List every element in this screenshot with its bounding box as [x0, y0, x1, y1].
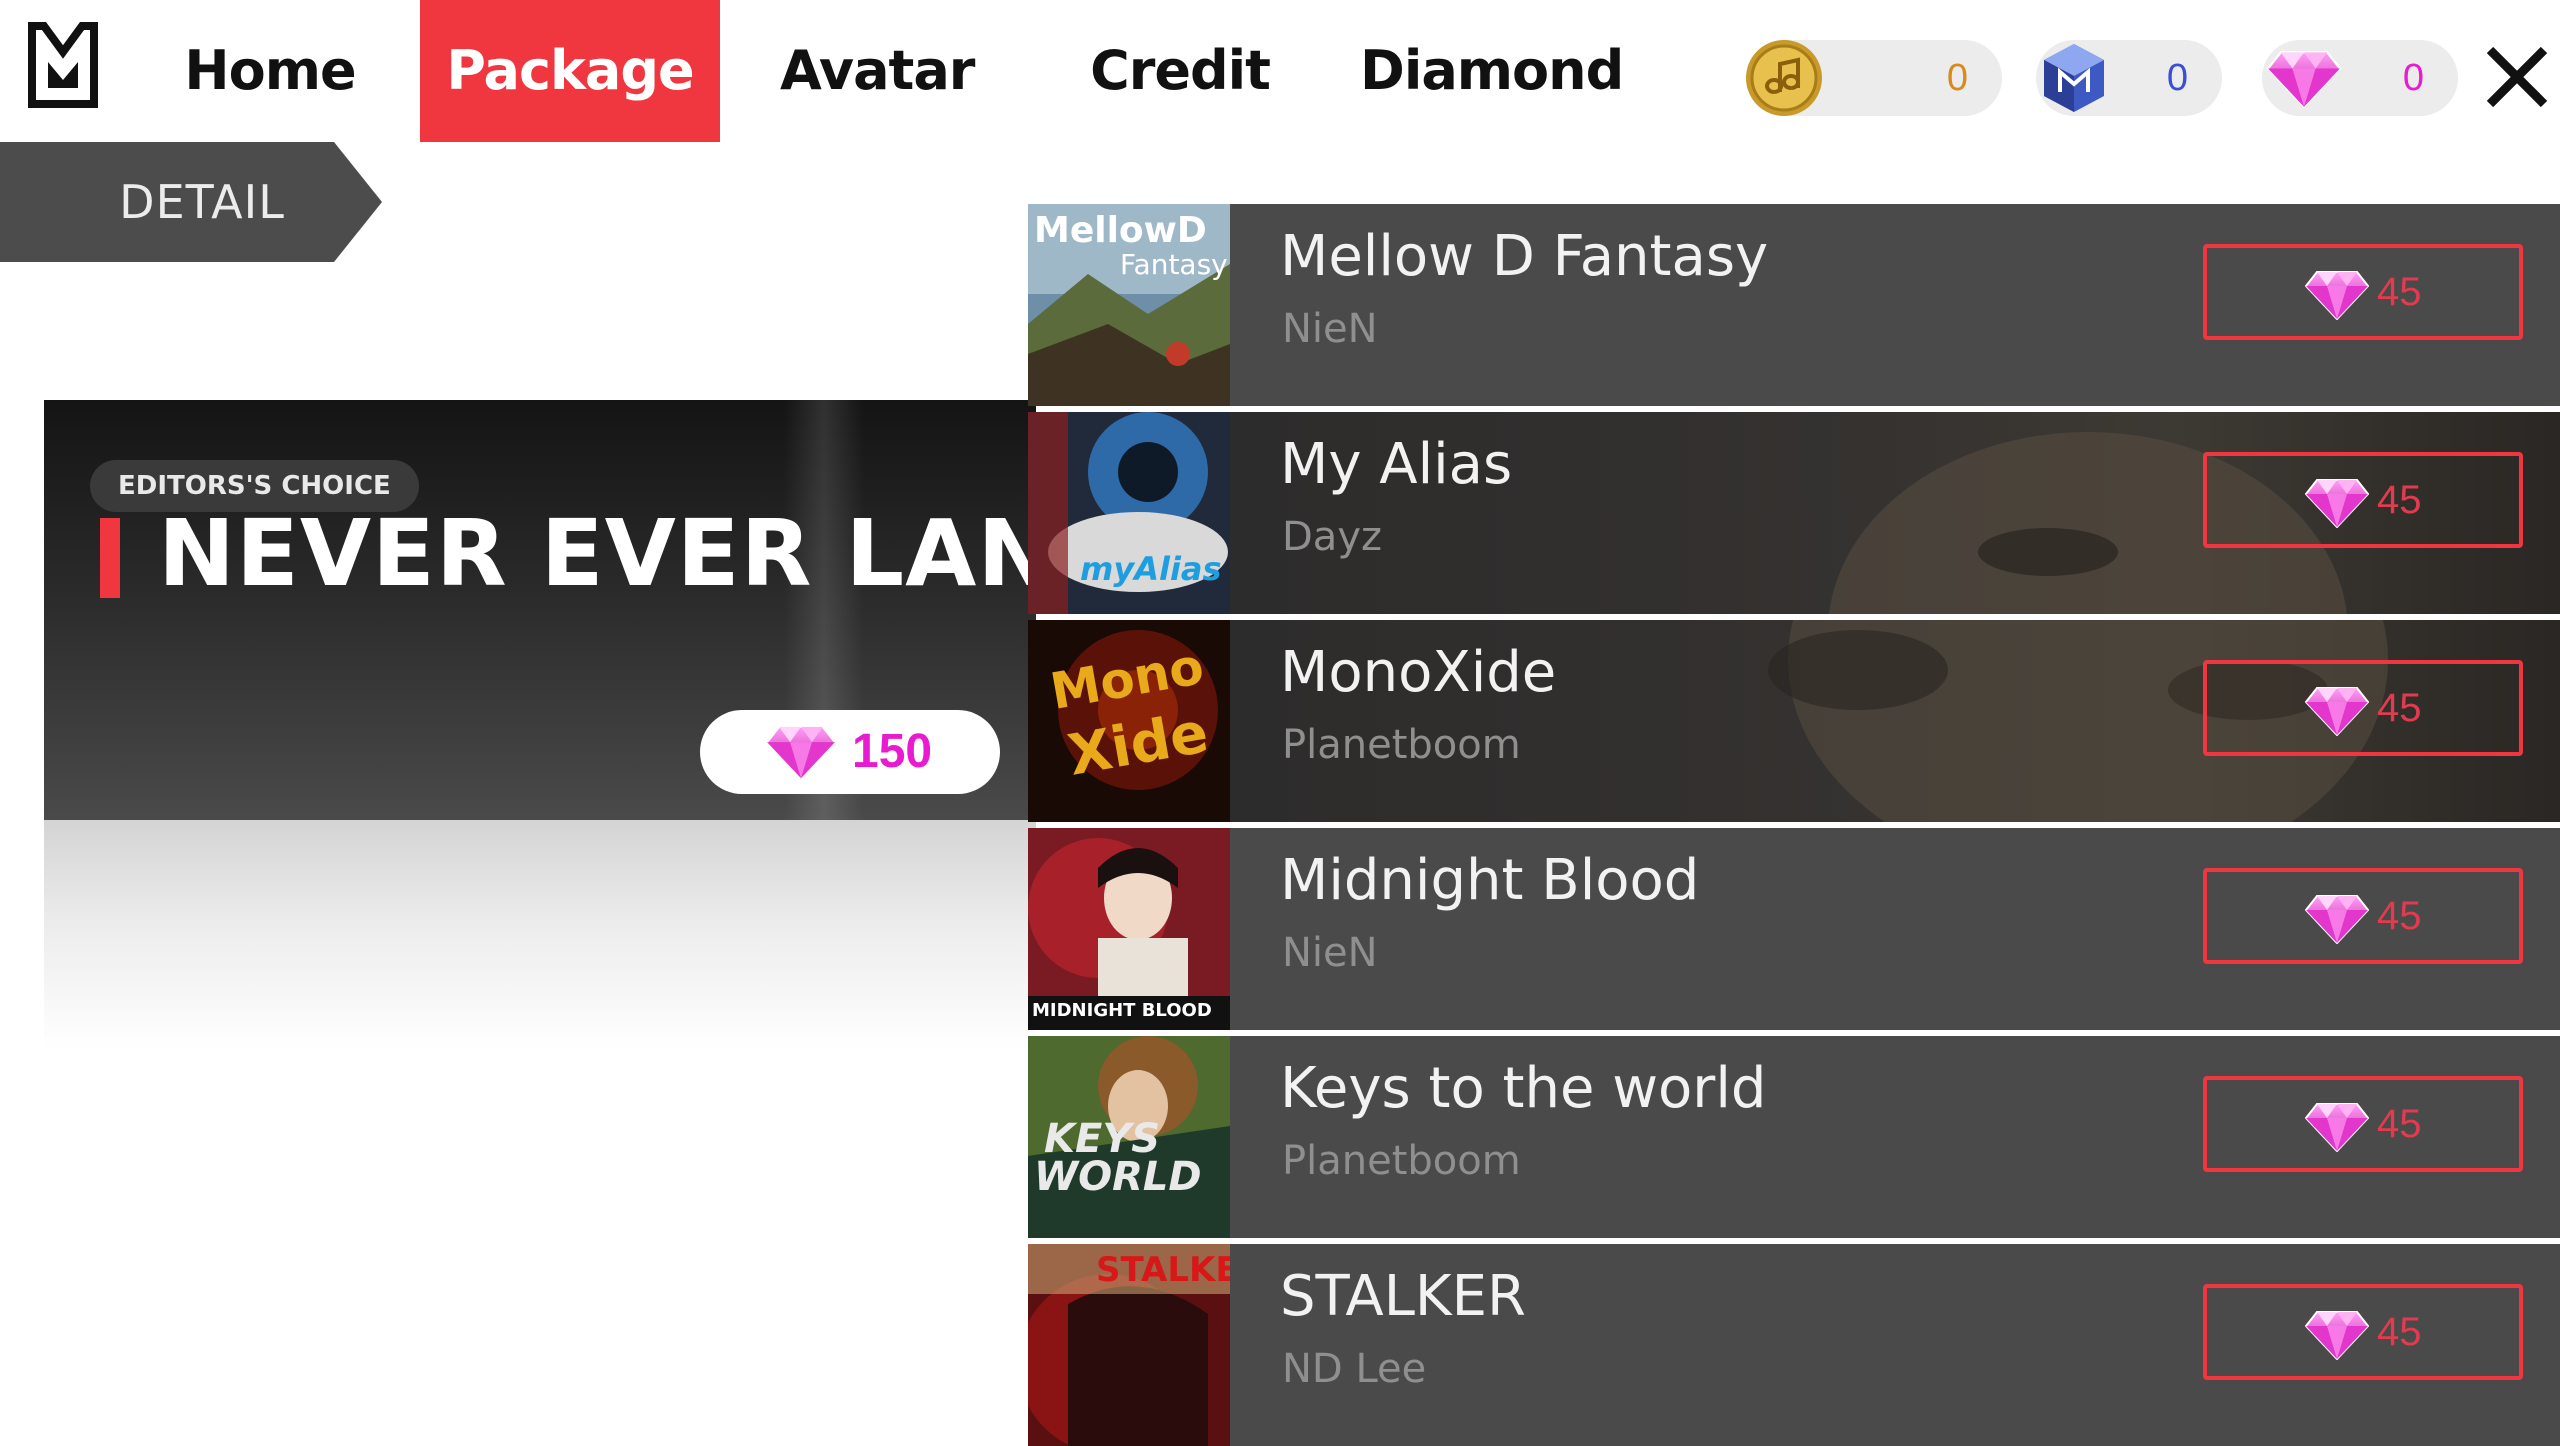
song-price: 45 [2377, 686, 2422, 730]
diamond-icon [2305, 270, 2369, 320]
detail-tab-label: DETAIL [119, 175, 285, 229]
featured-price-value: 150 [852, 725, 933, 778]
diamond-icon [2305, 686, 2369, 736]
diamond-icon [766, 724, 836, 780]
song-artist: NieN [1282, 306, 1378, 352]
song-row[interactable]: Mono Xide MonoXide Planetboom 45 [1028, 620, 2560, 822]
featured-title: NEVER EVER LAND [158, 500, 1036, 607]
album-art: MIDNIGHT BLOOD [1028, 828, 1230, 1030]
buy-button[interactable]: 45 [2203, 1076, 2523, 1172]
top-navigation-bar: Home Package Avatar Credit Diamond 0 0 0 [0, 0, 2560, 142]
app-logo-icon[interactable] [28, 22, 98, 108]
diamond-icon [2266, 50, 2342, 108]
tab-home[interactable]: Home [180, 0, 360, 142]
song-price: 45 [2377, 478, 2422, 522]
song-row[interactable]: myAlias My Alias Dayz 45 [1028, 412, 2560, 614]
song-price: 45 [2377, 270, 2422, 314]
album-art-text: MIDNIGHT BLOOD [1032, 1000, 1212, 1021]
song-artist: Planetboom [1282, 1138, 1521, 1184]
song-artist: Dayz [1282, 514, 1382, 560]
album-art-text: myAlias [1080, 550, 1222, 588]
cube-value: 0 [2166, 57, 2188, 99]
tab-credit[interactable]: Credit [1090, 0, 1271, 142]
diamond-balance[interactable]: 0 [2262, 40, 2458, 116]
close-icon[interactable] [2476, 36, 2558, 118]
song-title: Mellow D Fantasy [1280, 224, 1769, 289]
song-title: My Alias [1280, 432, 1513, 497]
album-art-text: STALKER [1096, 1250, 1230, 1290]
music-coin-balance[interactable]: 0 [1746, 40, 2002, 116]
song-title: MonoXide [1280, 640, 1557, 705]
album-art: KEYS WORLD [1028, 1036, 1230, 1238]
diamond-icon [2305, 894, 2369, 944]
song-list: MellowD Fantasy Mellow D Fantasy NieN 45… [1028, 204, 2560, 1446]
music-coin-value: 0 [1946, 57, 1968, 99]
album-art-subtext: Fantasy [1120, 248, 1228, 281]
album-art-text: MellowD [1034, 210, 1207, 251]
diamond-icon [2305, 1102, 2369, 1152]
tab-diamond[interactable]: Diamond [1360, 0, 1624, 142]
featured-reflection [44, 820, 1036, 1050]
title-accent-bar [100, 518, 120, 598]
tab-avatar[interactable]: Avatar [780, 0, 975, 142]
song-artist: NieN [1282, 930, 1378, 976]
album-art: MellowD Fantasy [1028, 204, 1230, 406]
featured-price-button[interactable]: 150 [700, 710, 1000, 794]
buy-button[interactable]: 45 [2203, 868, 2523, 964]
cube-balance[interactable]: 0 [2036, 40, 2222, 116]
cube-icon [2044, 44, 2104, 112]
song-row[interactable]: MIDNIGHT BLOOD Midnight Blood NieN 45 [1028, 828, 2560, 1030]
featured-package-panel[interactable]: EDITORS'S CHOICE NEVER EVER LAND 150 [44, 400, 1036, 820]
diamond-icon [2305, 1310, 2369, 1360]
song-row[interactable]: STALKER STALKER ND Lee 45 [1028, 1244, 2560, 1446]
album-art-subtext: WORLD [1034, 1154, 1202, 1200]
song-price: 45 [2377, 894, 2422, 938]
song-title: Keys to the world [1280, 1056, 1767, 1121]
diamond-icon [2305, 478, 2369, 528]
song-artist: Planetboom [1282, 722, 1521, 768]
buy-button[interactable]: 45 [2203, 1284, 2523, 1380]
music-coin-icon [1746, 40, 1822, 116]
diamond-value: 0 [2402, 57, 2424, 99]
tab-package[interactable]: Package [420, 0, 720, 142]
song-price: 45 [2377, 1102, 2422, 1146]
song-title: Midnight Blood [1280, 848, 1700, 913]
song-title: STALKER [1280, 1264, 1526, 1329]
album-art: myAlias [1028, 412, 1230, 614]
buy-button[interactable]: 45 [2203, 660, 2523, 756]
album-art: STALKER [1028, 1244, 1230, 1446]
detail-tab[interactable]: DETAIL [0, 142, 382, 262]
song-row[interactable]: KEYS WORLD Keys to the world Planetboom … [1028, 1036, 2560, 1238]
song-artist: ND Lee [1282, 1346, 1427, 1392]
song-price: 45 [2377, 1310, 2422, 1354]
buy-button[interactable]: 45 [2203, 452, 2523, 548]
album-art: Mono Xide [1028, 620, 1230, 822]
buy-button[interactable]: 45 [2203, 244, 2523, 340]
song-row[interactable]: MellowD Fantasy Mellow D Fantasy NieN 45 [1028, 204, 2560, 406]
